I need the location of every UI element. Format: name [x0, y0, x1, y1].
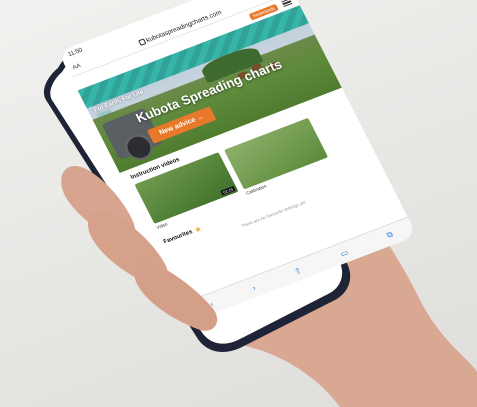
fingers-foreground — [61, 166, 218, 331]
finger-shape — [134, 261, 218, 331]
